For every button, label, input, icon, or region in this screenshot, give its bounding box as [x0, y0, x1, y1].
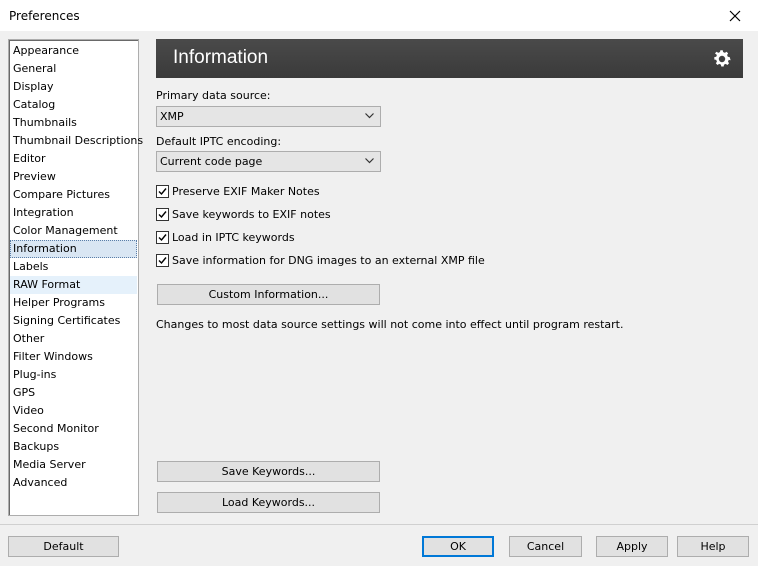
close-button[interactable]	[712, 0, 758, 31]
restart-note: Changes to most data source settings wil…	[156, 318, 624, 331]
sidebar-item-filter-windows[interactable]: Filter Windows	[10, 348, 137, 366]
default-button[interactable]: Default	[8, 536, 119, 557]
save-keywords-exif-label: Save keywords to EXIF notes	[172, 207, 331, 221]
iptc-encoding-dropdown[interactable]: Current code page	[156, 151, 381, 172]
sidebar-item-other[interactable]: Other	[10, 330, 137, 348]
panel-title: Information	[173, 47, 269, 68]
preserve-exif-checkbox-row[interactable]: Preserve EXIF Maker Notes	[156, 183, 320, 199]
panel-header: Information	[156, 39, 743, 78]
load-iptc-keywords-checkbox[interactable]	[156, 230, 169, 244]
sidebar-item-compare-pictures[interactable]: Compare Pictures	[10, 186, 137, 204]
sidebar-item-thumbnails[interactable]: Thumbnails	[10, 114, 137, 132]
save-keywords-exif-checkbox-row[interactable]: Save keywords to EXIF notes	[156, 206, 331, 222]
dng-xmp-label: Save information for DNG images to an ex…	[172, 253, 485, 267]
chevron-down-icon	[365, 113, 374, 119]
sidebar-item-preview[interactable]: Preview	[10, 168, 137, 186]
load-keywords-button[interactable]: Load Keywords...	[157, 492, 380, 513]
sidebar-item-color-management[interactable]: Color Management	[10, 222, 137, 240]
sidebar-item-advanced[interactable]: Advanced	[10, 474, 137, 492]
primary-source-value: XMP	[160, 110, 184, 123]
sidebar-item-general[interactable]: General	[10, 60, 137, 78]
load-iptc-keywords-checkbox-row[interactable]: Load in IPTC keywords	[156, 229, 295, 245]
help-button[interactable]: Help	[677, 536, 749, 557]
preserve-exif-label: Preserve EXIF Maker Notes	[172, 184, 320, 198]
sidebar-item-signing-certificates[interactable]: Signing Certificates	[10, 312, 137, 330]
sidebar-item-editor[interactable]: Editor	[10, 150, 137, 168]
save-keywords-exif-checkbox[interactable]	[156, 207, 169, 221]
sidebar-item-display[interactable]: Display	[10, 78, 137, 96]
primary-source-label: Primary data source:	[156, 89, 271, 102]
sidebar-item-video[interactable]: Video	[10, 402, 137, 420]
gear-icon	[714, 50, 731, 67]
dng-xmp-checkbox[interactable]	[156, 253, 169, 267]
sidebar-item-raw-format[interactable]: RAW Format	[10, 276, 137, 294]
checkmark-icon	[158, 187, 167, 195]
sidebar-item-appearance[interactable]: Appearance	[10, 42, 137, 60]
sidebar-item-gps[interactable]: GPS	[10, 384, 137, 402]
footer-divider	[0, 524, 758, 525]
iptc-encoding-label: Default IPTC encoding:	[156, 135, 282, 148]
save-keywords-button[interactable]: Save Keywords...	[157, 461, 380, 482]
sidebar-item-information[interactable]: Information	[10, 240, 137, 258]
chevron-down-icon	[365, 158, 374, 164]
sidebar-item-backups[interactable]: Backups	[10, 438, 137, 456]
sidebar-item-integration[interactable]: Integration	[10, 204, 137, 222]
checkmark-icon	[158, 233, 167, 241]
sidebar-item-helper-programs[interactable]: Helper Programs	[10, 294, 137, 312]
sidebar-item-thumbnail-descriptions[interactable]: Thumbnail Descriptions	[10, 132, 143, 150]
sidebar-item-labels[interactable]: Labels	[10, 258, 137, 276]
category-list[interactable]: Appearance General Display Catalog Thumbnail…	[8, 39, 143, 516]
sidebar-item-second-monitor[interactable]: Second Monitor	[10, 420, 137, 438]
iptc-encoding-value: Current code page	[160, 155, 263, 168]
checkmark-icon	[158, 256, 167, 264]
sidebar-item-media-server[interactable]: Media Server	[10, 456, 137, 474]
dng-xmp-checkbox-row[interactable]: Save information for DNG images to an ex…	[156, 252, 485, 268]
ok-button[interactable]: OK	[422, 536, 494, 557]
cancel-button[interactable]: Cancel	[509, 536, 582, 557]
preserve-exif-checkbox[interactable]	[156, 184, 169, 198]
checkmark-icon	[158, 210, 167, 218]
title-bar: Preferences	[0, 0, 758, 31]
load-iptc-keywords-label: Load in IPTC keywords	[172, 230, 295, 244]
custom-information-button[interactable]: Custom Information...	[157, 284, 380, 305]
close-icon	[729, 10, 741, 21]
sidebar-item-plug-ins[interactable]: Plug-ins	[10, 366, 137, 384]
primary-source-dropdown[interactable]: XMP	[156, 106, 381, 127]
sidebar-item-catalog[interactable]: Catalog	[10, 96, 137, 114]
apply-button[interactable]: Apply	[596, 536, 668, 557]
window-title: Preferences	[9, 9, 80, 23]
